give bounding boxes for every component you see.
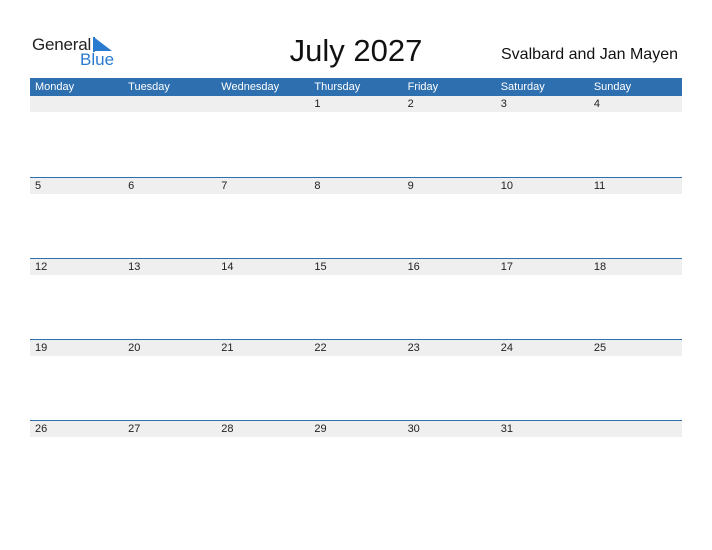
day-cell	[30, 96, 123, 112]
day-cell: 9	[407, 180, 414, 192]
week-row: 1 2 3 4	[30, 96, 682, 177]
date-number-row: 26 27 28 29 30 31	[30, 420, 682, 437]
day-cell: 20	[128, 342, 141, 354]
day-cell: 7	[221, 180, 228, 192]
day-cell: 1	[314, 98, 321, 110]
day-cell: 5	[35, 180, 42, 192]
week-row: 19 20 21 22 23 24 25	[30, 339, 682, 420]
day-cell: 26	[35, 423, 48, 435]
day-cell: 4	[593, 98, 600, 110]
date-number-row: 12 13 14 15 16 17 18	[30, 258, 682, 275]
weeks-container: 1 2 3 4 5 6 7 8 9 10 11 12 13 14 15 16 17 18 19 20 21 22 23 24 2…	[30, 96, 682, 501]
weekday-header: Monday Tuesday Wednesday Thursday Friday…	[30, 78, 682, 96]
day-cell: 29	[314, 423, 327, 435]
week-row: 12 13 14 15 16 17 18	[30, 258, 682, 339]
week-row: 5 6 7 8 9 10 11	[30, 177, 682, 258]
calendar: Monday Tuesday Wednesday Thursday Friday…	[30, 78, 682, 501]
day-cell: 23	[407, 342, 420, 354]
day-cell: 18	[593, 261, 607, 273]
day-cell: 14	[221, 261, 234, 273]
date-number-row: 19 20 21 22 23 24 25	[30, 339, 682, 356]
day-cell	[123, 96, 216, 112]
day-cell	[589, 421, 682, 437]
week-row: 26 27 28 29 30 31	[30, 420, 682, 501]
day-cell: 19	[35, 342, 48, 354]
weekday-tuesday: Tuesday	[128, 81, 170, 93]
day-cell: 30	[407, 423, 420, 435]
day-cell: 13	[128, 261, 141, 273]
day-cell: 10	[500, 180, 513, 192]
day-cell: 8	[314, 180, 321, 192]
date-number-row: 1 2 3 4	[30, 96, 682, 112]
region-label: Svalbard and Jan Mayen	[501, 46, 678, 63]
day-cell: 28	[221, 423, 234, 435]
day-cell: 31	[500, 423, 513, 435]
day-cell: 15	[314, 261, 327, 273]
day-cell: 21	[221, 342, 234, 354]
day-cell: 11	[593, 180, 606, 192]
day-cell: 3	[500, 98, 507, 110]
day-cell: 22	[314, 342, 327, 354]
day-cell: 24	[500, 342, 513, 354]
weekday-wednesday: Wednesday	[221, 81, 280, 93]
weekday-thursday: Thursday	[314, 81, 361, 93]
weekday-friday: Friday	[407, 81, 439, 93]
day-cell: 27	[128, 423, 141, 435]
date-number-row: 5 6 7 8 9 10 11	[30, 177, 682, 194]
day-cell	[216, 96, 309, 112]
day-cell: 12	[35, 261, 48, 273]
day-cell: 16	[407, 261, 420, 273]
day-cell: 17	[500, 261, 513, 273]
day-cell: 2	[407, 98, 414, 110]
weekday-monday: Monday	[35, 81, 75, 93]
day-cell: 6	[128, 180, 135, 192]
weekday-saturday: Saturday	[500, 81, 545, 93]
day-cell: 25	[593, 342, 607, 354]
weekday-sunday: Sunday	[593, 81, 632, 93]
